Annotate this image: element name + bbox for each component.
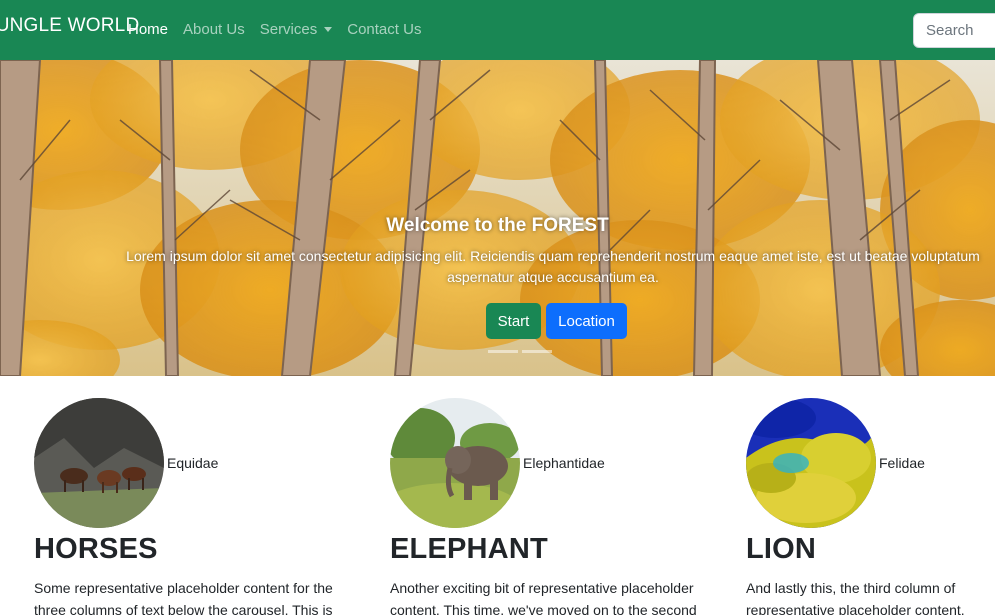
hero-carousel: Welcome to the FOREST Lorem ipsum dolor …: [0, 60, 995, 376]
nav-links: Home About Us Services Contact Us: [128, 21, 421, 38]
column-elephant: Elephantidae ELEPHANT Another exciting b…: [390, 398, 720, 615]
column-heading: HORSES: [34, 533, 158, 565]
nav-link-services[interactable]: Services: [260, 21, 333, 38]
family-label: Elephantidae: [523, 455, 605, 471]
carousel-indicator[interactable]: [522, 350, 552, 353]
chevron-down-icon: [324, 27, 333, 32]
column-horses: Equidae HORSES Some representative place…: [34, 398, 364, 615]
hero-text: Lorem ipsum dolor sit amet consectetur a…: [126, 248, 980, 285]
family-label: Equidae: [167, 455, 219, 471]
search-input[interactable]: [913, 13, 995, 48]
column-text: And lastly this, the third column of rep…: [746, 580, 965, 615]
nav-link-home[interactable]: Home: [128, 21, 168, 38]
brand-logo-text[interactable]: JUNGLE WORLD: [0, 15, 139, 37]
location-button[interactable]: Location: [546, 303, 627, 339]
family-label: Felidae: [879, 455, 925, 471]
nav-link-services-label: Services: [259, 21, 318, 38]
elephant-image: [390, 398, 520, 528]
nav-link-contact[interactable]: Contact Us: [347, 21, 421, 38]
nav-link-about[interactable]: About Us: [183, 21, 245, 38]
hero-caption: Welcome to the FOREST Lorem ipsum dolor …: [0, 60, 995, 376]
column-text: Another exciting bit of representative p…: [390, 580, 697, 615]
start-button[interactable]: Start: [486, 303, 541, 339]
column-heading: ELEPHANT: [390, 533, 548, 565]
column-lion: Felidae LION And lastly this, the third …: [746, 398, 995, 615]
horses-image: [34, 398, 164, 528]
carousel-indicator[interactable]: [488, 350, 518, 353]
column-heading: LION: [746, 533, 817, 565]
navbar: JUNGLE WORLD Home About Us Services Cont…: [0, 0, 995, 60]
lion-image: [746, 398, 876, 528]
hero-title: Welcome to the FOREST: [386, 215, 609, 236]
column-text: Some representative placeholder content …: [34, 580, 333, 615]
